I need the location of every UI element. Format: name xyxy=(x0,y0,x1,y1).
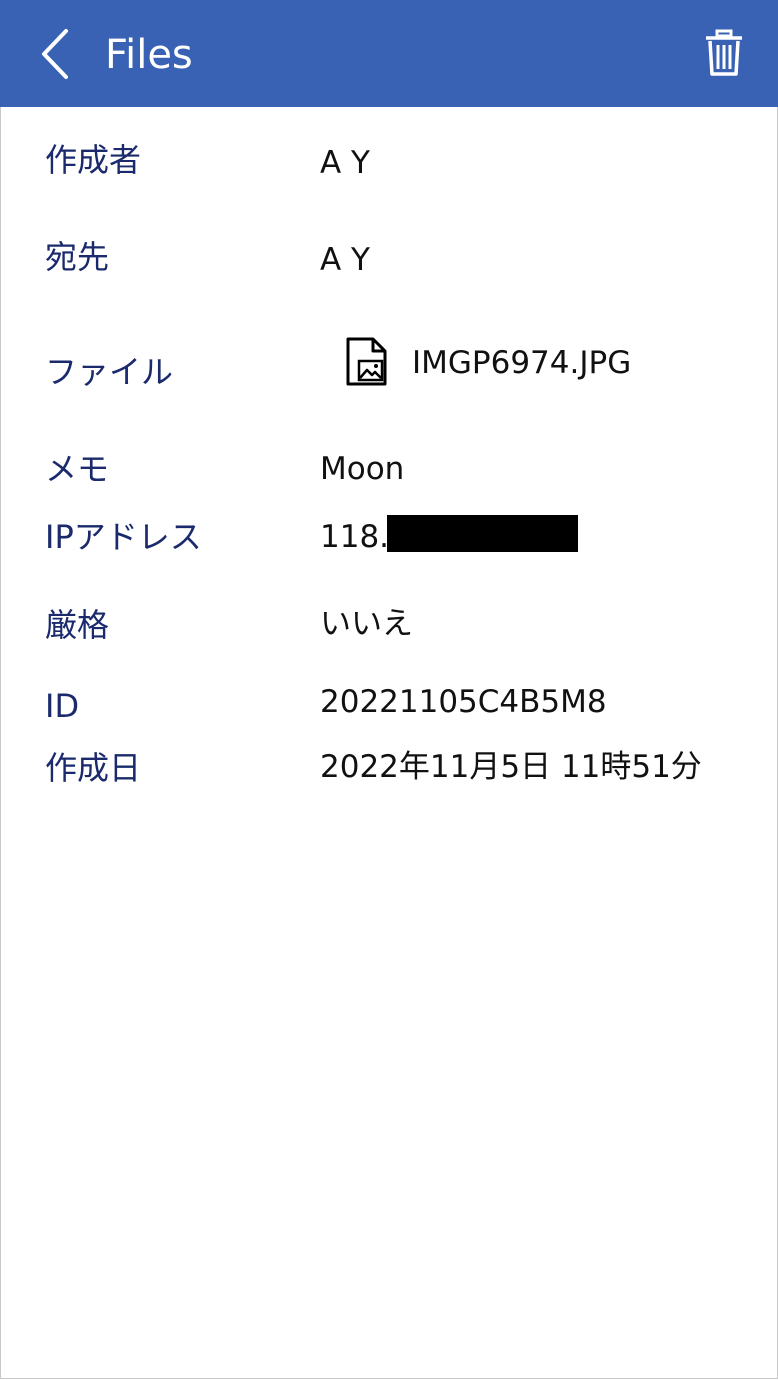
delete-button[interactable] xyxy=(704,29,744,77)
author-label: 作成者 xyxy=(45,141,142,179)
id-value: 20221105C4B5M8 xyxy=(320,684,607,720)
redaction-box xyxy=(387,515,578,552)
ip-address-value: 118. xyxy=(320,519,390,555)
page-title: Files xyxy=(105,32,193,78)
recipient-value: A Y xyxy=(320,242,370,278)
app-header: Files xyxy=(0,0,778,107)
file-label: ファイル xyxy=(45,353,174,391)
trash-icon xyxy=(706,29,742,76)
memo-label: メモ xyxy=(45,450,110,488)
strict-label: 厳格 xyxy=(45,606,110,644)
file-name-link[interactable]: IMGP6974.JPG xyxy=(412,343,631,383)
created-date-value: 2022年11月5日 11時51分 xyxy=(320,749,702,785)
memo-value: Moon xyxy=(320,451,405,487)
file-detail-screen: Files 作成者 A Y 宛先 A Y ファイル IMGP6974.JPG メ… xyxy=(0,0,778,1379)
created-date-label: 作成日 xyxy=(45,749,142,787)
image-file-icon[interactable] xyxy=(345,337,389,387)
chevron-left-icon xyxy=(42,29,68,79)
back-button[interactable] xyxy=(34,26,80,82)
strict-value: いいえ xyxy=(320,606,413,642)
ip-address-label: IPアドレス xyxy=(45,518,202,556)
recipient-label: 宛先 xyxy=(45,238,110,276)
author-value: A Y xyxy=(320,145,370,181)
id-label: ID xyxy=(45,687,80,725)
